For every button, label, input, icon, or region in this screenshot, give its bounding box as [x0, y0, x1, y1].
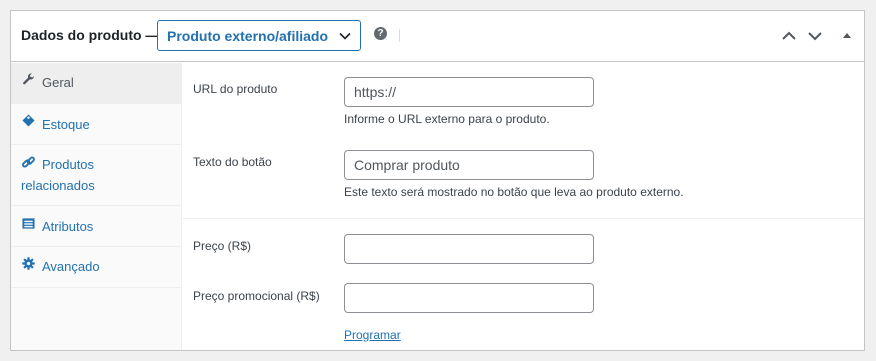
tab-avancado[interactable]: Avançado	[11, 247, 181, 288]
product-data-title: Dados do produto —	[21, 27, 160, 43]
header-divider	[399, 29, 400, 42]
sale-price-label: Preço promocional (R$)	[193, 289, 320, 303]
product-type-value: Produto externo/afiliado	[167, 28, 329, 44]
regular-price-label: Preço (R$)	[193, 239, 252, 253]
tab-label: Estoque	[42, 117, 90, 132]
tab-geral[interactable]: Geral	[11, 63, 181, 104]
product-data-header: Dados do produto — Produto externo/afili…	[11, 11, 864, 62]
tag-icon	[22, 114, 35, 127]
product-type-select[interactable]: Produto externo/afiliado	[157, 20, 361, 51]
tab-estoque[interactable]: Estoque	[11, 104, 181, 145]
help-icon[interactable]: ?	[374, 27, 387, 40]
section-divider	[183, 218, 864, 219]
button-text-label: Texto do botão	[193, 155, 272, 169]
list-table-icon	[22, 218, 35, 229]
move-down-icon[interactable]	[806, 27, 824, 45]
schedule-sale-link[interactable]: Programar	[344, 328, 401, 342]
tab-label: Geral	[42, 75, 74, 90]
wrench-icon	[23, 73, 35, 85]
regular-price-input[interactable]	[344, 234, 594, 264]
button-text-input[interactable]	[344, 150, 594, 180]
tab-label: Produtos relacionados	[21, 157, 95, 193]
tab-label: Avançado	[42, 259, 100, 274]
gear-icon	[22, 257, 35, 270]
product-url-input[interactable]	[344, 77, 594, 107]
general-panel: URL do produto Informe o URL externo par…	[183, 63, 864, 350]
button-text-description: Este texto será mostrado no botão que le…	[344, 185, 684, 199]
product-url-label: URL do produto	[193, 82, 278, 96]
tab-atributos[interactable]: Atributos	[11, 206, 181, 247]
product-url-description: Informe o URL externo para o produto.	[344, 112, 550, 126]
collapse-toggle-icon[interactable]	[838, 27, 856, 45]
tab-label: Atributos	[42, 219, 94, 234]
chevron-down-icon	[339, 32, 351, 40]
product-data-tabs: Geral Estoque Produtos relacionados Atri…	[11, 63, 182, 350]
product-data-box: Dados do produto — Produto externo/afili…	[10, 10, 865, 351]
sale-price-input[interactable]	[344, 283, 594, 313]
move-up-icon[interactable]	[780, 27, 798, 45]
tab-produtos-relacionados[interactable]: Produtos relacionados	[11, 145, 181, 206]
